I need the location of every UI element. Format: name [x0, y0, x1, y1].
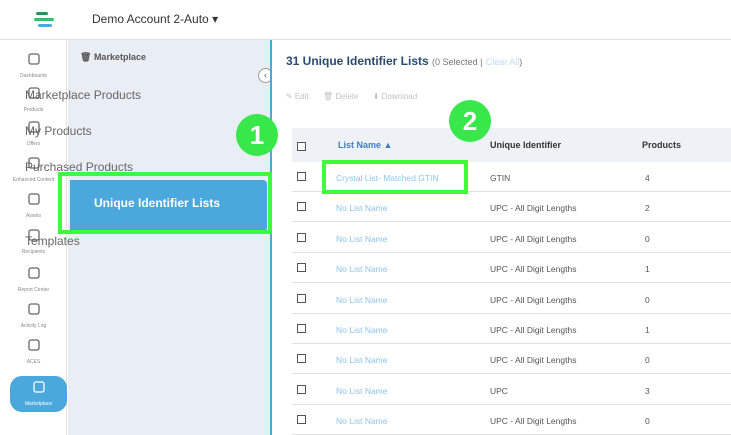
unique-identifier-cell: GTIN — [490, 173, 511, 183]
row-checkbox[interactable] — [297, 263, 306, 273]
app-window: Demo Account 2-Auto ▾ Dashboards Products… — [0, 0, 731, 435]
unique-identifier-cell: UPC - All Digit Lengths — [490, 203, 577, 214]
row-checkbox[interactable] — [297, 172, 306, 181]
products-count-cell: 0 — [645, 416, 650, 427]
rail-item-label: Activity Log — [20, 323, 47, 329]
rail-item-label: Offers — [26, 141, 41, 147]
rail-item-label: Report Center — [17, 287, 50, 293]
row-checkbox[interactable] — [297, 324, 306, 333]
column-header-products[interactable]: Products — [642, 140, 681, 150]
row-checkbox[interactable] — [297, 354, 306, 364]
list-toolbar: ✎ Edit 🗑 Delete ⬇ Download — [286, 92, 429, 101]
page-title: 31 Unique Identifier Lists (0 Selected |… — [286, 54, 523, 68]
report-center-icon — [24, 266, 44, 286]
list-name-link[interactable]: No List Name — [336, 295, 388, 305]
list-name-link[interactable]: No List Name — [336, 355, 388, 365]
highlight-box-2 — [322, 160, 468, 194]
marketplace-icon — [29, 380, 49, 400]
assets-icon — [24, 192, 44, 212]
unique-identifier-cell: UPC - All Digit Lengths — [490, 416, 577, 427]
row-checkbox[interactable] — [297, 415, 306, 425]
list-name-link[interactable]: No List Name — [336, 386, 388, 396]
rail-item-marketplace[interactable]: Marketplace — [10, 376, 67, 412]
subnav-item-marketplace-products[interactable]: Marketplace Products — [25, 88, 141, 102]
unique-identifier-cell: UPC - All Digit Lengths — [490, 264, 577, 275]
delete-button[interactable]: 🗑 Delete — [323, 92, 359, 101]
step-badge-2: 2 — [449, 100, 491, 142]
list-name-link[interactable]: No List Name — [336, 234, 388, 244]
account-switcher[interactable]: Demo Account 2-Auto ▾ — [92, 12, 218, 26]
dashboard-icon — [24, 52, 44, 72]
step-badge-1: 1 — [236, 114, 278, 156]
highlight-box-1 — [58, 172, 272, 234]
row-checkbox[interactable] — [297, 384, 306, 394]
row-checkbox[interactable] — [297, 293, 306, 303]
products-count-cell: 3 — [645, 385, 650, 396]
products-count-cell: 2 — [645, 203, 650, 214]
aces-icon — [24, 338, 44, 358]
clear-all-link[interactable]: Clear All — [486, 57, 520, 67]
products-count-cell: 1 — [645, 325, 650, 335]
column-header-list-name[interactable]: List Name ▲ — [338, 140, 392, 150]
rail-item-label: Dashboards — [20, 73, 47, 79]
activity-log-icon — [24, 302, 44, 322]
products-count-cell: 0 — [645, 294, 650, 305]
edit-button[interactable]: ✎ Edit — [286, 92, 309, 101]
products-count-cell: 1 — [645, 264, 650, 275]
products-count-cell: 0 — [645, 233, 650, 244]
subnav-item-templates[interactable]: Templates — [25, 234, 80, 248]
rail-item-label: Assets — [25, 213, 41, 219]
rail-item-aces[interactable]: ACES — [0, 334, 67, 376]
unique-identifier-cell: UPC — [490, 385, 508, 396]
rail-item-label: Marketplace — [24, 401, 53, 407]
app-logo-icon[interactable] — [32, 8, 56, 32]
top-bar: Demo Account 2-Auto ▾ — [0, 0, 731, 40]
column-header-unique-identifier[interactable]: Unique Identifier — [490, 140, 561, 150]
products-count-cell: 4 — [645, 173, 650, 183]
download-button[interactable]: ⬇ Download — [373, 92, 418, 101]
row-checkbox[interactable] — [297, 202, 306, 212]
rail-item-label: Recipients — [21, 249, 46, 255]
subnav-item-my-products[interactable]: My Products — [25, 124, 92, 138]
rail-item-label: Products — [23, 107, 44, 113]
list-name-link[interactable]: No List Name — [336, 264, 388, 274]
list-name-link[interactable]: No List Name — [336, 203, 388, 213]
list-name-link[interactable]: No List Name — [336, 325, 388, 335]
select-all-checkbox[interactable] — [297, 142, 306, 151]
unique-identifier-cell: UPC - All Digit Lengths — [490, 325, 577, 335]
rail-item-label: Enhanced Content — [12, 177, 55, 183]
products-count-cell: 0 — [645, 355, 650, 366]
unique-identifier-cell: UPC - All Digit Lengths — [490, 294, 577, 305]
rail-item-label: ACES — [26, 359, 41, 365]
unique-identifier-cell: UPC - All Digit Lengths — [490, 355, 577, 366]
unique-identifier-cell: UPC - All Digit Lengths — [490, 233, 577, 244]
row-checkbox[interactable] — [297, 232, 306, 242]
list-name-link[interactable]: No List Name — [336, 416, 388, 426]
subnav-heading: 🗑 Marketplace — [80, 52, 146, 62]
